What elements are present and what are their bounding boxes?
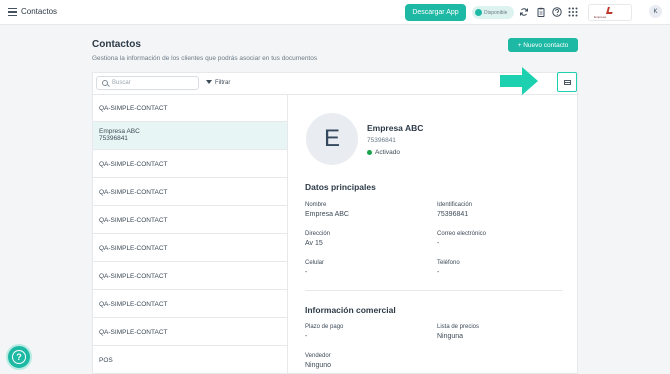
lista-value: Ninguna [437, 333, 464, 340]
question-icon: ? [12, 350, 26, 364]
vendedor-value: Ninguno [305, 362, 332, 369]
apps-grid-icon[interactable] [568, 7, 578, 17]
correo-value: - [437, 240, 440, 247]
company-logo-text: Empresa [594, 15, 607, 19]
search-placeholder: Buscar [112, 80, 131, 86]
telefono-value: - [437, 269, 440, 276]
list-item[interactable]: QA-SIMPLE-CONTACT [93, 150, 287, 178]
layout-icon [564, 80, 571, 85]
contact-name: QA-SIMPLE-CONTACT [99, 105, 168, 112]
contact-name: QA-SIMPLE-CONTACT [99, 301, 168, 308]
page-title: Contactos [92, 39, 141, 50]
clipboard-icon[interactable] [536, 7, 546, 17]
identificacion-value: 75396841 [437, 211, 469, 218]
list-item[interactable]: QA-SIMPLE-CONTACT [93, 290, 287, 318]
contact-name: QA-SIMPLE-CONTACT [99, 189, 168, 196]
availability-status[interactable]: Disponible [472, 6, 514, 19]
commercial-info-heading: Información comercial [305, 305, 396, 315]
filter-label: Filtrar [215, 80, 231, 86]
plazo-value: - [305, 333, 308, 340]
vendedor-label: Vendedor [305, 353, 331, 359]
list-item[interactable]: QA-SIMPLE-CONTACT [93, 206, 287, 234]
telefono-label: Teléfono [437, 260, 460, 266]
menu-icon[interactable] [8, 8, 17, 17]
contact-id: 75396841 [99, 135, 128, 142]
celular-value: - [305, 269, 308, 276]
detail-contact-id: 75396841 [367, 137, 396, 144]
list-item[interactable]: POS [93, 346, 287, 374]
help-icon[interactable] [552, 7, 562, 17]
list-item[interactable]: QA-SIMPLE-CONTACT [93, 318, 287, 346]
sync-icon[interactable] [519, 7, 529, 17]
main-data-heading: Datos principales [305, 182, 376, 192]
app-title: Contactos [21, 7, 58, 16]
list-item[interactable]: QA-SIMPLE-CONTACT [93, 178, 287, 206]
nombre-value: Empresa ABC [305, 211, 349, 218]
new-contact-button[interactable]: + Nuevo contacto [508, 38, 578, 52]
detail-status: Activado [367, 149, 400, 156]
contacts-card: Buscar Filtrar QA-SIMPLE-CONTACT Empresa… [92, 72, 579, 374]
detail-status-label: Activado [375, 149, 400, 156]
active-status-dot-icon [367, 150, 372, 155]
celular-label: Celular [305, 260, 325, 266]
status-label: Disponible [484, 9, 508, 16]
search-icon [102, 80, 108, 86]
identificacion-label: Identificación [437, 202, 473, 208]
contact-name: QA-SIMPLE-CONTACT [99, 245, 168, 252]
filter-button[interactable]: Filtrar [206, 80, 230, 86]
section-divider [305, 290, 563, 291]
list-item-selected[interactable]: Empresa ABC 75396841 [93, 122, 287, 150]
top-bar: Contactos Descargar App Disponible Empre… [0, 0, 670, 25]
lista-label: Lista de precios [437, 324, 480, 330]
direccion-value: Av 15 [305, 240, 323, 247]
nombre-label: Nombre [305, 202, 327, 208]
layout-toggle-button[interactable] [557, 72, 577, 92]
user-avatar[interactable]: K [649, 5, 662, 18]
contact-name: QA-SIMPLE-CONTACT [99, 217, 168, 224]
direccion-label: Dirección [305, 231, 331, 237]
contact-name: QA-SIMPLE-CONTACT [99, 273, 168, 280]
list-item[interactable]: QA-SIMPLE-CONTACT [93, 95, 287, 122]
download-app-button[interactable]: Descargar App [405, 4, 466, 21]
detail-contact-name: Empresa ABC [367, 123, 424, 133]
contact-name: POS [99, 357, 113, 364]
contact-avatar: E [306, 113, 358, 165]
correo-label: Correo electrónico [437, 231, 487, 237]
pointer-arrow-icon [500, 67, 538, 95]
list-item[interactable]: QA-SIMPLE-CONTACT [93, 262, 287, 290]
search-input[interactable]: Buscar [96, 76, 199, 90]
contact-name: QA-SIMPLE-CONTACT [99, 161, 168, 168]
list-item[interactable]: QA-SIMPLE-CONTACT [93, 234, 287, 262]
help-button[interactable]: ? [6, 344, 32, 370]
company-logo-mark-icon [606, 7, 614, 14]
plazo-label: Plazo de pago [305, 324, 344, 330]
contact-name: Empresa ABC [99, 128, 140, 135]
contact-detail-pane: E Empresa ABC 75396841 Activado Datos pr… [288, 95, 578, 374]
filter-icon [206, 80, 212, 84]
status-dot-icon [475, 9, 482, 16]
contact-name: QA-SIMPLE-CONTACT [99, 329, 168, 336]
company-logo[interactable]: Empresa [588, 4, 632, 21]
page-subtitle: Gestiona la información de los clientes … [92, 55, 318, 62]
